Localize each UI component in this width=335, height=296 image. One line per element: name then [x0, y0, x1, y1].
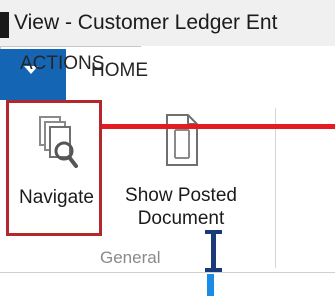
group-label-general: General [100, 248, 161, 267]
text-cursor-top [205, 230, 222, 234]
text-cursor-icon [211, 230, 216, 272]
group-divider [275, 108, 276, 268]
ribbon-tab-row: HOME ACTIONS [0, 46, 335, 101]
text-cursor-bottom [205, 268, 222, 272]
document-icon [166, 114, 198, 166]
tab-actions-label: ACTIONS [20, 53, 105, 74]
show-posted-document-label: Show Posted Document [125, 185, 237, 229]
navigate-button[interactable]: Navigate [6, 100, 102, 236]
app-icon [0, 12, 9, 38]
window-title: View - Customer Ledger Ent [14, 11, 278, 34]
navigate-icon [39, 116, 78, 168]
content-area [0, 273, 335, 296]
title-bar: View - Customer Ledger Ent [0, 0, 335, 46]
annotation-blue-line [207, 274, 214, 296]
annotation-pointer-line [102, 124, 335, 129]
navigate-label: Navigate [19, 187, 94, 208]
